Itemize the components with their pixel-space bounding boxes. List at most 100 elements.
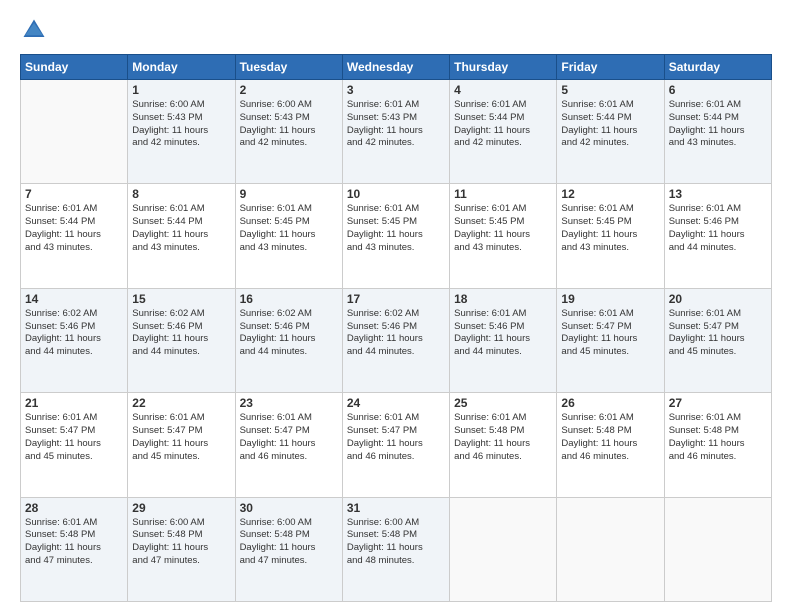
calendar-cell: 11 Sunrise: 6:01 AM Sunset: 5:45 PM Dayli… [450, 184, 557, 288]
calendar-cell: 29 Sunrise: 6:00 AM Sunset: 5:48 PM Dayli… [128, 497, 235, 601]
weekday-header-row: SundayMondayTuesdayWednesdayThursdayFrid… [21, 55, 772, 80]
day-detail: Sunrise: 6:00 AM Sunset: 5:43 PM Dayligh… [132, 99, 230, 150]
day-detail: Sunrise: 6:01 AM Sunset: 5:45 PM Dayligh… [561, 203, 659, 254]
header [20, 16, 772, 44]
calendar-cell: 28 Sunrise: 6:01 AM Sunset: 5:48 PM Dayli… [21, 497, 128, 601]
day-number: 7 [25, 187, 123, 201]
day-detail: Sunrise: 6:01 AM Sunset: 5:47 PM Dayligh… [25, 412, 123, 463]
calendar-week-row: 7Sunrise: 6:01 AM Sunset: 5:44 PM Daylig… [21, 184, 772, 288]
day-number: 14 [25, 292, 123, 306]
day-number: 25 [454, 396, 552, 410]
calendar-cell: 1 Sunrise: 6:00 AM Sunset: 5:43 PM Daylig… [128, 80, 235, 184]
day-number: 4 [454, 83, 552, 97]
day-detail: Sunrise: 6:00 AM Sunset: 5:48 PM Dayligh… [240, 517, 338, 568]
calendar-cell: 8Sunrise: 6:01 AM Sunset: 5:44 PM Daylig… [128, 184, 235, 288]
logo-icon [20, 16, 48, 44]
day-detail: Sunrise: 6:01 AM Sunset: 5:44 PM Dayligh… [454, 99, 552, 150]
day-number: 19 [561, 292, 659, 306]
weekday-header-tuesday: Tuesday [235, 55, 342, 80]
calendar-cell: 15 Sunrise: 6:02 AM Sunset: 5:46 PM Dayli… [128, 288, 235, 392]
calendar-cell: 17Sunrise: 6:02 AM Sunset: 5:46 PM Dayli… [342, 288, 449, 392]
calendar-cell [557, 497, 664, 601]
day-number: 5 [561, 83, 659, 97]
day-detail: Sunrise: 6:01 AM Sunset: 5:44 PM Dayligh… [561, 99, 659, 150]
calendar-cell: 9 Sunrise: 6:01 AM Sunset: 5:45 PM Daylig… [235, 184, 342, 288]
day-number: 1 [132, 83, 230, 97]
day-number: 18 [454, 292, 552, 306]
day-number: 12 [561, 187, 659, 201]
calendar-cell [450, 497, 557, 601]
calendar-cell [664, 497, 771, 601]
day-number: 22 [132, 396, 230, 410]
day-detail: Sunrise: 6:01 AM Sunset: 5:47 PM Dayligh… [669, 308, 767, 359]
weekday-header-wednesday: Wednesday [342, 55, 449, 80]
weekday-header-monday: Monday [128, 55, 235, 80]
day-number: 9 [240, 187, 338, 201]
day-number: 6 [669, 83, 767, 97]
day-detail: Sunrise: 6:00 AM Sunset: 5:43 PM Dayligh… [240, 99, 338, 150]
calendar-table: SundayMondayTuesdayWednesdayThursdayFrid… [20, 54, 772, 602]
day-number: 20 [669, 292, 767, 306]
calendar-cell: 21 Sunrise: 6:01 AM Sunset: 5:47 PM Dayli… [21, 393, 128, 497]
calendar-week-row: 28 Sunrise: 6:01 AM Sunset: 5:48 PM Dayli… [21, 497, 772, 601]
day-number: 3 [347, 83, 445, 97]
calendar-cell: 12 Sunrise: 6:01 AM Sunset: 5:45 PM Dayli… [557, 184, 664, 288]
weekday-header-sunday: Sunday [21, 55, 128, 80]
day-number: 2 [240, 83, 338, 97]
day-detail: Sunrise: 6:01 AM Sunset: 5:46 PM Dayligh… [454, 308, 552, 359]
day-detail: Sunrise: 6:02 AM Sunset: 5:46 PM Dayligh… [132, 308, 230, 359]
day-number: 28 [25, 501, 123, 515]
calendar-cell: 31 Sunrise: 6:00 AM Sunset: 5:48 PM Dayli… [342, 497, 449, 601]
day-detail: Sunrise: 6:00 AM Sunset: 5:48 PM Dayligh… [347, 517, 445, 568]
day-number: 29 [132, 501, 230, 515]
weekday-header-saturday: Saturday [664, 55, 771, 80]
calendar-cell: 20 Sunrise: 6:01 AM Sunset: 5:47 PM Dayli… [664, 288, 771, 392]
day-detail: Sunrise: 6:01 AM Sunset: 5:48 PM Dayligh… [669, 412, 767, 463]
calendar-week-row: 1 Sunrise: 6:00 AM Sunset: 5:43 PM Daylig… [21, 80, 772, 184]
calendar-cell: 3 Sunrise: 6:01 AM Sunset: 5:43 PM Daylig… [342, 80, 449, 184]
weekday-header-thursday: Thursday [450, 55, 557, 80]
day-detail: Sunrise: 6:01 AM Sunset: 5:46 PM Dayligh… [669, 203, 767, 254]
calendar-cell: 7Sunrise: 6:01 AM Sunset: 5:44 PM Daylig… [21, 184, 128, 288]
day-detail: Sunrise: 6:01 AM Sunset: 5:48 PM Dayligh… [454, 412, 552, 463]
day-number: 13 [669, 187, 767, 201]
day-number: 16 [240, 292, 338, 306]
day-detail: Sunrise: 6:01 AM Sunset: 5:47 PM Dayligh… [240, 412, 338, 463]
day-detail: Sunrise: 6:00 AM Sunset: 5:48 PM Dayligh… [132, 517, 230, 568]
day-detail: Sunrise: 6:01 AM Sunset: 5:45 PM Dayligh… [347, 203, 445, 254]
day-number: 8 [132, 187, 230, 201]
calendar-cell: 25 Sunrise: 6:01 AM Sunset: 5:48 PM Dayli… [450, 393, 557, 497]
logo [20, 16, 52, 44]
page: SundayMondayTuesdayWednesdayThursdayFrid… [0, 0, 792, 612]
day-number: 30 [240, 501, 338, 515]
calendar-cell: 10 Sunrise: 6:01 AM Sunset: 5:45 PM Dayli… [342, 184, 449, 288]
calendar-cell: 13 Sunrise: 6:01 AM Sunset: 5:46 PM Dayli… [664, 184, 771, 288]
day-number: 31 [347, 501, 445, 515]
day-number: 17 [347, 292, 445, 306]
day-detail: Sunrise: 6:01 AM Sunset: 5:47 PM Dayligh… [347, 412, 445, 463]
calendar-cell: 19 Sunrise: 6:01 AM Sunset: 5:47 PM Dayli… [557, 288, 664, 392]
calendar-cell: 22Sunrise: 6:01 AM Sunset: 5:47 PM Dayli… [128, 393, 235, 497]
day-number: 15 [132, 292, 230, 306]
day-number: 26 [561, 396, 659, 410]
day-detail: Sunrise: 6:01 AM Sunset: 5:45 PM Dayligh… [454, 203, 552, 254]
calendar-week-row: 21 Sunrise: 6:01 AM Sunset: 5:47 PM Dayli… [21, 393, 772, 497]
calendar-cell: 24 Sunrise: 6:01 AM Sunset: 5:47 PM Dayli… [342, 393, 449, 497]
calendar-cell [21, 80, 128, 184]
day-detail: Sunrise: 6:01 AM Sunset: 5:47 PM Dayligh… [561, 308, 659, 359]
day-detail: Sunrise: 6:01 AM Sunset: 5:45 PM Dayligh… [240, 203, 338, 254]
day-detail: Sunrise: 6:01 AM Sunset: 5:48 PM Dayligh… [25, 517, 123, 568]
calendar-week-row: 14 Sunrise: 6:02 AM Sunset: 5:46 PM Dayli… [21, 288, 772, 392]
calendar-cell: 30 Sunrise: 6:00 AM Sunset: 5:48 PM Dayli… [235, 497, 342, 601]
calendar-cell: 14 Sunrise: 6:02 AM Sunset: 5:46 PM Dayli… [21, 288, 128, 392]
day-number: 11 [454, 187, 552, 201]
day-detail: Sunrise: 6:02 AM Sunset: 5:46 PM Dayligh… [240, 308, 338, 359]
calendar-cell: 5 Sunrise: 6:01 AM Sunset: 5:44 PM Daylig… [557, 80, 664, 184]
day-detail: Sunrise: 6:02 AM Sunset: 5:46 PM Dayligh… [25, 308, 123, 359]
day-detail: Sunrise: 6:01 AM Sunset: 5:43 PM Dayligh… [347, 99, 445, 150]
day-number: 21 [25, 396, 123, 410]
day-detail: Sunrise: 6:01 AM Sunset: 5:44 PM Dayligh… [669, 99, 767, 150]
day-number: 24 [347, 396, 445, 410]
day-number: 23 [240, 396, 338, 410]
day-number: 10 [347, 187, 445, 201]
